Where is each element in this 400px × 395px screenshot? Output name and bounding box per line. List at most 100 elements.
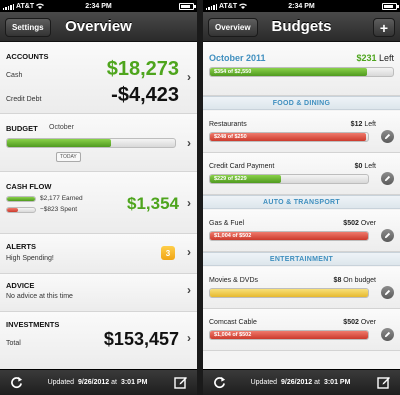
cash-flow-net: $1,354 (127, 194, 179, 213)
budget-progress-fill (7, 139, 112, 147)
budget-progress-bar: $1,004 of $502 (209, 231, 369, 241)
cash-flow-section[interactable]: CASH FLOW $2,177 Earned −$823 Spent $1,3… (0, 172, 197, 234)
edit-budget-button[interactable] (381, 172, 394, 185)
overview-back-button[interactable]: Overview (208, 18, 258, 37)
compose-icon[interactable] (377, 375, 391, 389)
pencil-icon (384, 232, 391, 239)
budget-row[interactable]: Restaurants $12 Left $248 of $250 (203, 111, 400, 153)
today-marker: TODAY (56, 152, 81, 162)
category-header: ENTERTAINMENT (203, 252, 400, 266)
month-amount-suffix: Left (378, 53, 394, 63)
updated-at: at (111, 379, 117, 386)
budget-row[interactable]: Gas & Fuel $502 Over $1,004 of $502 (203, 210, 400, 252)
budget-amount: $12 Left (351, 121, 376, 128)
alerts-text: High Spending! (6, 255, 54, 262)
budgets-screen: AT&T 2:34 PM Overview Budgets + October … (203, 0, 400, 395)
pencil-icon (384, 289, 391, 296)
updated-prefix: Updated (250, 379, 278, 386)
add-budget-button[interactable]: + (373, 18, 395, 37)
budget-amount: $502 Over (343, 220, 376, 227)
accounts-title: ACCOUNTS (6, 52, 49, 61)
updated-at: at (314, 379, 320, 386)
budget-row[interactable]: Comcast Cable $502 Over $1,004 of $502 (203, 309, 400, 351)
updated-date: 9/26/2012 (78, 379, 110, 386)
overview-nav-bar: Settings Overview (0, 12, 197, 42)
budget-row[interactable]: Movies & DVDs $8 On budget (203, 267, 400, 309)
chevron-right-icon: › (187, 70, 191, 84)
budget-amount: $502 Over (343, 319, 376, 326)
cash-value: $18,273 (106, 58, 179, 80)
cash-flow-title: CASH FLOW (6, 182, 52, 191)
budget-amount-suffix: On budget (343, 277, 376, 284)
edit-budget-button[interactable] (381, 328, 394, 341)
cash-label: Cash (6, 72, 23, 79)
page-title: Budgets (271, 18, 332, 35)
budget-section[interactable]: BUDGET October TODAY › (0, 114, 197, 172)
budget-amount-value: $0 (354, 163, 363, 170)
budget-title: BUDGET (6, 124, 38, 133)
budget-bar-text: $1,004 of $502 (214, 332, 252, 338)
earned-amount: $2,177 Earned (40, 195, 83, 202)
refresh-icon[interactable] (213, 376, 226, 389)
alerts-title: ALERTS (6, 242, 36, 251)
settings-button[interactable]: Settings (5, 18, 51, 37)
budget-name: Gas & Fuel (209, 220, 245, 227)
advice-section[interactable]: ADVICE No advice at this time › (0, 274, 197, 312)
updated-label: Updated 9/26/2012 at 3:01 PM (251, 379, 353, 386)
budget-name: Restaurants (209, 121, 247, 128)
budget-progress-bar: $248 of $250 (209, 132, 369, 142)
spent-bar-fill (7, 208, 18, 212)
month-amount: $231 Left (356, 53, 394, 63)
chevron-right-icon: › (187, 245, 191, 259)
budget-progress-bar: $1,004 of $502 (209, 330, 369, 340)
investments-title: INVESTMENTS (6, 320, 60, 329)
budget-amount-value: $502 (343, 319, 359, 326)
budget-month: October (49, 124, 74, 131)
status-bar: AT&T 2:34 PM (203, 0, 400, 12)
compose-icon[interactable] (174, 375, 188, 389)
earned-bar-fill (7, 197, 35, 201)
budget-bar-text: $229 of $229 (214, 176, 247, 182)
month-summary[interactable]: October 2011 $231 Left $354 of $2,550 (203, 42, 400, 96)
accounts-section[interactable]: ACCOUNTS Cash $18,273 Credit Debt -$4,42… (0, 42, 197, 114)
month-title: October 2011 (209, 53, 266, 63)
refresh-icon[interactable] (10, 376, 23, 389)
advice-text: No advice at this time (6, 293, 73, 300)
budget-progress-bar: $229 of $229 (209, 174, 369, 184)
chevron-right-icon: › (187, 136, 191, 150)
budget-amount-value: $12 (350, 121, 363, 128)
edit-budget-button[interactable] (381, 229, 394, 242)
budget-amount-value: $8 (333, 277, 342, 284)
budget-progress-fill (210, 289, 368, 297)
chevron-right-icon: › (187, 196, 191, 210)
updated-label: Updated 9/26/2012 at 3:01 PM (48, 379, 150, 386)
investments-section[interactable]: INVESTMENTS Total $153,457 › (0, 312, 197, 369)
alerts-count-badge: 3 (161, 246, 175, 260)
budget-bar-text: $248 of $250 (214, 134, 247, 140)
budget-name: Credit Card Payment (209, 163, 275, 170)
edit-budget-button[interactable] (381, 130, 394, 143)
advice-title: ADVICE (6, 281, 35, 290)
credit-debt-value: -$4,423 (111, 84, 179, 106)
month-bar-text: $354 of $2,550 (214, 69, 252, 75)
budget-row[interactable]: Credit Card Payment $0 Left $229 of $229 (203, 153, 400, 195)
updated-prefix: Updated (47, 379, 75, 386)
battery-icon (382, 2, 399, 10)
chevron-right-icon: › (187, 283, 191, 297)
budget-amount-suffix: Left (364, 163, 376, 170)
edit-budget-button[interactable] (381, 286, 394, 299)
pencil-icon (384, 133, 391, 140)
budgets-nav-bar: Overview Budgets + (203, 12, 400, 42)
category-header: FOOD & DINING (203, 96, 400, 110)
bottom-toolbar: Updated 9/26/2012 at 3:01 PM (0, 369, 197, 395)
wifi-icon (239, 3, 248, 9)
pencil-icon (384, 175, 391, 182)
updated-date: 9/26/2012 (281, 379, 313, 386)
month-progress-bar: $354 of $2,550 (209, 67, 394, 77)
budget-amount-suffix: Over (360, 220, 376, 227)
page-title: Overview (65, 18, 132, 35)
budget-name: Comcast Cable (209, 319, 257, 326)
bottom-toolbar: Updated 9/26/2012 at 3:01 PM (203, 369, 400, 395)
earned-bar (6, 196, 36, 202)
alerts-section[interactable]: ALERTS High Spending! 3 › (0, 234, 197, 274)
